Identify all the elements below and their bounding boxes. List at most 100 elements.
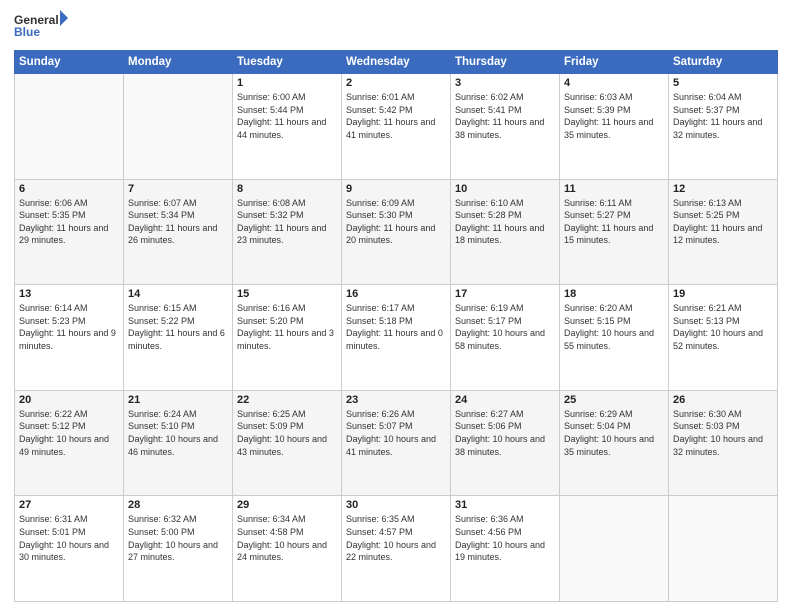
day-number: 25 (564, 394, 664, 406)
day-number: 12 (673, 183, 773, 195)
calendar-cell: 28 Sunrise: 6:32 AM Sunset: 5:00 PM Dayli… (124, 496, 233, 602)
day-number: 10 (455, 183, 555, 195)
cell-info: Sunrise: 6:02 AM Sunset: 5:41 PM Dayligh… (455, 91, 555, 141)
day-number: 8 (237, 183, 337, 195)
day-number: 23 (346, 394, 446, 406)
weekday-header-thursday: Thursday (451, 51, 560, 74)
cell-info: Sunrise: 6:29 AM Sunset: 5:04 PM Dayligh… (564, 408, 664, 458)
calendar-cell: 4 Sunrise: 6:03 AM Sunset: 5:39 PM Daylig… (560, 74, 669, 180)
cell-info: Sunrise: 6:26 AM Sunset: 5:07 PM Dayligh… (346, 408, 446, 458)
day-number: 24 (455, 394, 555, 406)
calendar-cell: 9 Sunrise: 6:09 AM Sunset: 5:30 PM Daylig… (342, 179, 451, 285)
cell-info: Sunrise: 6:01 AM Sunset: 5:42 PM Dayligh… (346, 91, 446, 141)
cell-info: Sunrise: 6:14 AM Sunset: 5:23 PM Dayligh… (19, 302, 119, 352)
calendar-cell (560, 496, 669, 602)
day-number: 21 (128, 394, 228, 406)
calendar-cell: 7 Sunrise: 6:07 AM Sunset: 5:34 PM Daylig… (124, 179, 233, 285)
calendar-cell: 17 Sunrise: 6:19 AM Sunset: 5:17 PM Dayli… (451, 285, 560, 391)
calendar-cell: 26Sunrise: 6:30 AM Sunset: 5:03 PM Dayli… (669, 390, 778, 496)
day-number: 16 (346, 288, 446, 300)
cell-info: Sunrise: 6:30 AM Sunset: 5:03 PM Dayligh… (673, 408, 773, 458)
calendar-cell (15, 74, 124, 180)
calendar-cell: 25 Sunrise: 6:29 AM Sunset: 5:04 PM Dayli… (560, 390, 669, 496)
day-number: 5 (673, 77, 773, 89)
day-number: 13 (19, 288, 119, 300)
cell-info: Sunrise: 6:32 AM Sunset: 5:00 PM Dayligh… (128, 513, 228, 563)
page-header: GeneralBlue (14, 10, 778, 44)
day-number: 3 (455, 77, 555, 89)
cell-info: Sunrise: 6:04 AM Sunset: 5:37 PM Dayligh… (673, 91, 773, 141)
cell-info: Sunrise: 6:17 AM Sunset: 5:18 PM Dayligh… (346, 302, 446, 352)
calendar-cell: 27 Sunrise: 6:31 AM Sunset: 5:01 PM Dayli… (15, 496, 124, 602)
weekday-header-saturday: Saturday (669, 51, 778, 74)
cell-info: Sunrise: 6:08 AM Sunset: 5:32 PM Dayligh… (237, 197, 337, 247)
day-number: 1 (237, 77, 337, 89)
calendar-cell (669, 496, 778, 602)
day-number: 17 (455, 288, 555, 300)
calendar-week-row: 13 Sunrise: 6:14 AM Sunset: 5:23 PM Dayli… (15, 285, 778, 391)
cell-info: Sunrise: 6:25 AM Sunset: 5:09 PM Dayligh… (237, 408, 337, 458)
day-number: 22 (237, 394, 337, 406)
calendar-cell: 2 Sunrise: 6:01 AM Sunset: 5:42 PM Daylig… (342, 74, 451, 180)
calendar-cell: 10 Sunrise: 6:10 AM Sunset: 5:28 PM Dayli… (451, 179, 560, 285)
cell-info: Sunrise: 6:16 AM Sunset: 5:20 PM Dayligh… (237, 302, 337, 352)
cell-info: Sunrise: 6:35 AM Sunset: 4:57 PM Dayligh… (346, 513, 446, 563)
calendar-table: SundayMondayTuesdayWednesdayThursdayFrid… (14, 50, 778, 602)
calendar-cell: 18 Sunrise: 6:20 AM Sunset: 5:15 PM Dayli… (560, 285, 669, 391)
day-number: 4 (564, 77, 664, 89)
cell-info: Sunrise: 6:27 AM Sunset: 5:06 PM Dayligh… (455, 408, 555, 458)
day-number: 28 (128, 499, 228, 511)
weekday-header-wednesday: Wednesday (342, 51, 451, 74)
cell-info: Sunrise: 6:10 AM Sunset: 5:28 PM Dayligh… (455, 197, 555, 247)
calendar-cell: 21 Sunrise: 6:24 AM Sunset: 5:10 PM Dayli… (124, 390, 233, 496)
weekday-header-tuesday: Tuesday (233, 51, 342, 74)
weekday-header-monday: Monday (124, 51, 233, 74)
cell-info: Sunrise: 6:24 AM Sunset: 5:10 PM Dayligh… (128, 408, 228, 458)
calendar-cell: 11Sunrise: 6:11 AM Sunset: 5:27 PM Dayli… (560, 179, 669, 285)
weekday-header-friday: Friday (560, 51, 669, 74)
cell-info: Sunrise: 6:34 AM Sunset: 4:58 PM Dayligh… (237, 513, 337, 563)
cell-info: Sunrise: 6:13 AM Sunset: 5:25 PM Dayligh… (673, 197, 773, 247)
calendar-cell: 12 Sunrise: 6:13 AM Sunset: 5:25 PM Dayli… (669, 179, 778, 285)
calendar-cell: 6Sunrise: 6:06 AM Sunset: 5:35 PM Daylig… (15, 179, 124, 285)
calendar-cell: 29Sunrise: 6:34 AM Sunset: 4:58 PM Dayli… (233, 496, 342, 602)
logo: GeneralBlue (14, 10, 74, 44)
weekday-header-row: SundayMondayTuesdayWednesdayThursdayFrid… (15, 51, 778, 74)
day-number: 14 (128, 288, 228, 300)
cell-info: Sunrise: 6:19 AM Sunset: 5:17 PM Dayligh… (455, 302, 555, 352)
calendar-cell: 14 Sunrise: 6:15 AM Sunset: 5:22 PM Dayli… (124, 285, 233, 391)
calendar-cell: 22 Sunrise: 6:25 AM Sunset: 5:09 PM Dayli… (233, 390, 342, 496)
day-number: 7 (128, 183, 228, 195)
cell-info: Sunrise: 6:00 AM Sunset: 5:44 PM Dayligh… (237, 91, 337, 141)
cell-info: Sunrise: 6:21 AM Sunset: 5:13 PM Dayligh… (673, 302, 773, 352)
cell-info: Sunrise: 6:20 AM Sunset: 5:15 PM Dayligh… (564, 302, 664, 352)
logo-svg: GeneralBlue (14, 10, 74, 44)
day-number: 20 (19, 394, 119, 406)
calendar-cell: 1 Sunrise: 6:00 AM Sunset: 5:44 PM Daylig… (233, 74, 342, 180)
cell-info: Sunrise: 6:15 AM Sunset: 5:22 PM Dayligh… (128, 302, 228, 352)
calendar-cell: 20 Sunrise: 6:22 AM Sunset: 5:12 PM Dayli… (15, 390, 124, 496)
cell-info: Sunrise: 6:31 AM Sunset: 5:01 PM Dayligh… (19, 513, 119, 563)
day-number: 2 (346, 77, 446, 89)
cell-info: Sunrise: 6:09 AM Sunset: 5:30 PM Dayligh… (346, 197, 446, 247)
day-number: 15 (237, 288, 337, 300)
calendar-cell: 8 Sunrise: 6:08 AM Sunset: 5:32 PM Daylig… (233, 179, 342, 285)
cell-info: Sunrise: 6:03 AM Sunset: 5:39 PM Dayligh… (564, 91, 664, 141)
day-number: 18 (564, 288, 664, 300)
calendar-cell: 30 Sunrise: 6:35 AM Sunset: 4:57 PM Dayli… (342, 496, 451, 602)
day-number: 27 (19, 499, 119, 511)
day-number: 30 (346, 499, 446, 511)
calendar-week-row: 6Sunrise: 6:06 AM Sunset: 5:35 PM Daylig… (15, 179, 778, 285)
weekday-header-sunday: Sunday (15, 51, 124, 74)
calendar-cell: 16 Sunrise: 6:17 AM Sunset: 5:18 PM Dayli… (342, 285, 451, 391)
cell-info: Sunrise: 6:36 AM Sunset: 4:56 PM Dayligh… (455, 513, 555, 563)
calendar-cell: 31Sunrise: 6:36 AM Sunset: 4:56 PM Dayli… (451, 496, 560, 602)
cell-info: Sunrise: 6:22 AM Sunset: 5:12 PM Dayligh… (19, 408, 119, 458)
calendar-cell (124, 74, 233, 180)
cell-info: Sunrise: 6:07 AM Sunset: 5:34 PM Dayligh… (128, 197, 228, 247)
calendar-cell: 15 Sunrise: 6:16 AM Sunset: 5:20 PM Dayli… (233, 285, 342, 391)
calendar-cell: 23 Sunrise: 6:26 AM Sunset: 5:07 PM Dayli… (342, 390, 451, 496)
day-number: 9 (346, 183, 446, 195)
calendar-cell: 13 Sunrise: 6:14 AM Sunset: 5:23 PM Dayli… (15, 285, 124, 391)
day-number: 19 (673, 288, 773, 300)
